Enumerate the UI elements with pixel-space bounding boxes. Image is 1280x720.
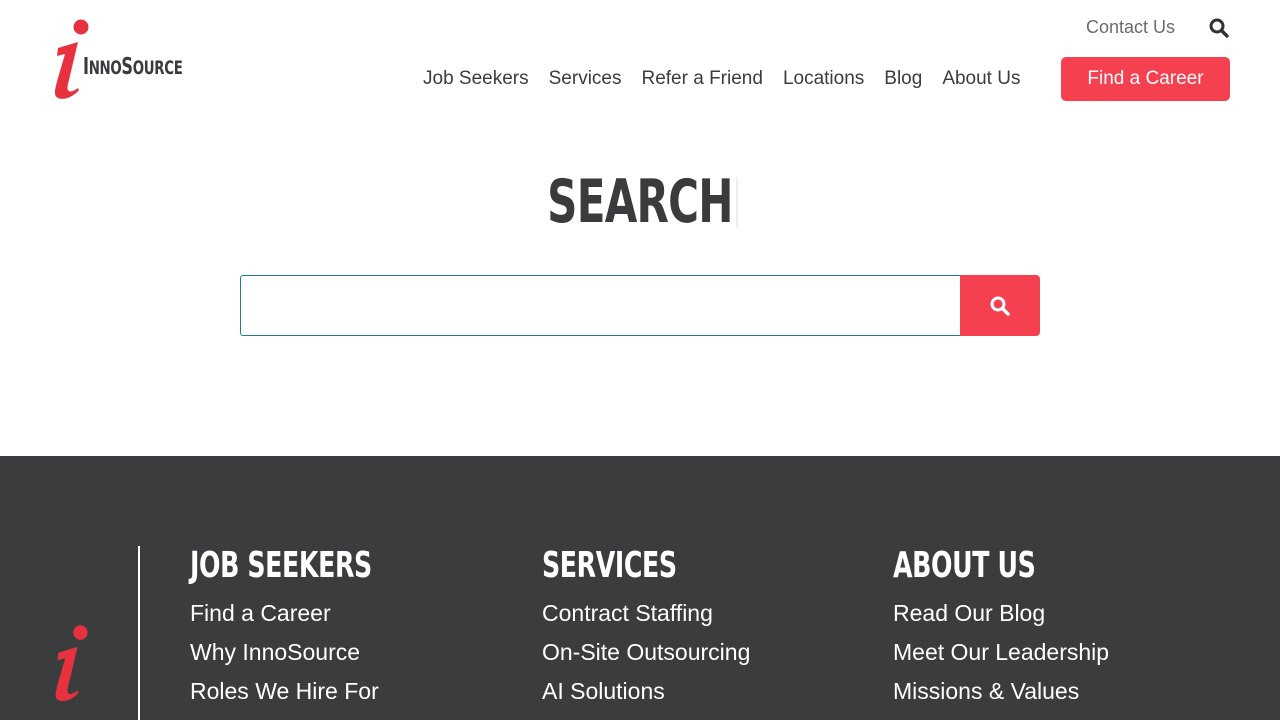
footer-column-about-us: ABOUT US Read Our Blog Meet Our Leadersh…: [893, 544, 1109, 704]
search-input[interactable]: [240, 275, 961, 336]
footer-link-contract-staffing[interactable]: Contract Staffing: [542, 600, 750, 626]
main-nav: Job Seekers Services Refer a Friend Loca…: [423, 68, 1040, 90]
footer-logo-i-icon[interactable]: [48, 624, 90, 704]
footer-link-why-innosource[interactable]: Why InnoSource: [190, 639, 423, 665]
footer-link-ai-solutions[interactable]: AI Solutions: [542, 678, 750, 704]
footer-link-on-site-outsourcing[interactable]: On-Site Outsourcing: [542, 639, 750, 665]
innosource-logo[interactable]: INNOSOURCE: [48, 18, 188, 102]
footer-heading: ABOUT US: [893, 545, 1036, 586]
title-divider: [736, 177, 738, 228]
nav-job-seekers[interactable]: Job Seekers: [423, 68, 529, 90]
nav-refer-a-friend[interactable]: Refer a Friend: [641, 68, 762, 90]
footer-divider: [138, 546, 140, 720]
nav-about-us[interactable]: About Us: [942, 68, 1020, 90]
search-submit-button[interactable]: [960, 275, 1040, 336]
site-header: INNOSOURCE Contact Us Job Seekers Servic…: [0, 0, 1280, 120]
nav-blog[interactable]: Blog: [884, 68, 922, 90]
footer-link-find-a-career[interactable]: Find a Career: [190, 600, 423, 626]
search-icon: [990, 296, 1010, 316]
footer-link-read-our-blog[interactable]: Read Our Blog: [893, 600, 1109, 626]
footer-heading: JOB SEEKERS: [190, 545, 372, 586]
footer-link-meet-our-leadership[interactable]: Meet Our Leadership: [893, 639, 1109, 665]
footer-column-job-seekers: JOB SEEKERS Find a Career Why InnoSource…: [190, 544, 423, 704]
contact-us-link[interactable]: Contact Us: [1086, 16, 1175, 38]
find-a-career-button[interactable]: Find a Career: [1061, 57, 1230, 101]
nav-services[interactable]: Services: [549, 68, 622, 90]
footer-heading: SERVICES: [542, 545, 677, 586]
logo-wordmark: INNOSOURCE: [83, 54, 183, 80]
page-title: SEARCH: [547, 167, 733, 237]
footer-column-services: SERVICES Contract Staffing On-Site Outso…: [542, 544, 750, 704]
site-footer: JOB SEEKERS Find a Career Why InnoSource…: [0, 456, 1280, 720]
nav-locations[interactable]: Locations: [783, 68, 864, 90]
footer-link-missions-values[interactable]: Missions & Values: [893, 678, 1109, 704]
search-icon[interactable]: [1208, 17, 1230, 39]
footer-link-roles-we-hire-for[interactable]: Roles We Hire For: [190, 678, 423, 704]
